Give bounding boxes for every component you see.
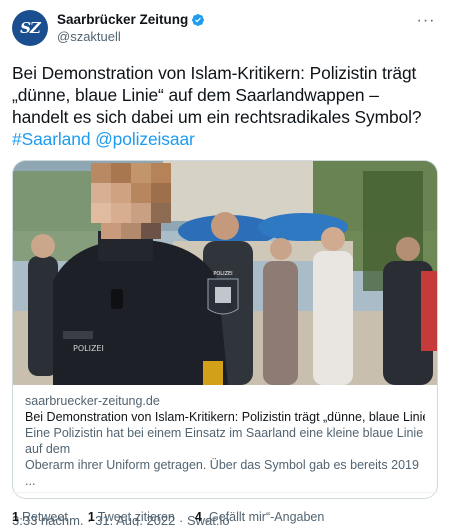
- more-options-icon[interactable]: ···: [414, 12, 438, 30]
- card-image[interactable]: POLIZEI POLIZEI: [13, 161, 437, 385]
- tweet-text-line: Bei Demonstration von Islam-Kritikern: P…: [12, 63, 417, 83]
- tweet-stats: 1 Retweet 1 Tweet zitieren 4 „Gefällt mir“-…: [12, 510, 344, 524]
- quotes-count: 1: [87, 510, 95, 524]
- mention-link[interactable]: @polizeisaar: [95, 129, 195, 149]
- retweets-label: Retweet: [21, 510, 68, 524]
- card-description-line: Oberarm ihrer Uniform getragen. Über das…: [25, 458, 419, 488]
- card-photo: POLIZEI POLIZEI: [13, 161, 437, 385]
- tweet-text-line: „dünne, blaue Linie“ auf dem Saarlandwap…: [12, 85, 379, 105]
- card-domain: saarbruecker-zeitung.de: [25, 394, 160, 408]
- handle[interactable]: @szaktuell: [57, 28, 205, 45]
- link-card[interactable]: POLIZEI POLIZEI saarbruecker-zeitung.de …: [12, 160, 438, 499]
- quotes-stat[interactable]: 1 Tweet zitieren: [88, 510, 175, 524]
- divider: [12, 492, 438, 493]
- retweets-stat[interactable]: 1 Retweet: [12, 510, 68, 524]
- avatar[interactable]: SZ: [12, 10, 48, 46]
- retweets-count: 1: [12, 510, 19, 524]
- verified-badge-icon: [192, 13, 205, 26]
- likes-stat[interactable]: 4 „Gefällt mir“-Angaben: [195, 510, 324, 524]
- card-description: Eine Polizistin hat bei einem Einsatz im…: [25, 425, 425, 489]
- hashtag-link[interactable]: #Saarland: [12, 129, 90, 149]
- card-description-line: Eine Polizistin hat bei einem Einsatz im…: [25, 426, 424, 456]
- patch-text: POLIZEI: [213, 271, 232, 277]
- card-title: Bei Demonstration von Islam-Kritikern: P…: [25, 410, 425, 424]
- likes-count: 4: [194, 510, 202, 524]
- vest-text: POLIZEI: [73, 344, 104, 353]
- tweet-text-line: handelt es sich dabei um ein rechtsradik…: [12, 107, 422, 127]
- display-name[interactable]: Saarbrücker Zeitung: [57, 11, 188, 28]
- quotes-label: Tweet zitieren: [97, 510, 175, 524]
- likes-label: „Gefällt mir“-Angaben: [204, 510, 325, 524]
- card-meta[interactable]: saarbruecker-zeitung.de Bei Demonstratio…: [13, 385, 437, 498]
- tweet: SZ Saarbrücker Zeitung @szaktuell ··· Be…: [0, 0, 450, 526]
- name-row: Saarbrücker Zeitung: [57, 11, 205, 28]
- tweet-text: Bei Demonstration von Islam-Kritikern: P…: [12, 62, 438, 150]
- author-block[interactable]: Saarbrücker Zeitung @szaktuell: [57, 11, 205, 45]
- tweet-tags-line: #Saarland @polizeisaar: [12, 128, 438, 150]
- tweet-header: SZ Saarbrücker Zeitung @szaktuell ···: [12, 8, 438, 48]
